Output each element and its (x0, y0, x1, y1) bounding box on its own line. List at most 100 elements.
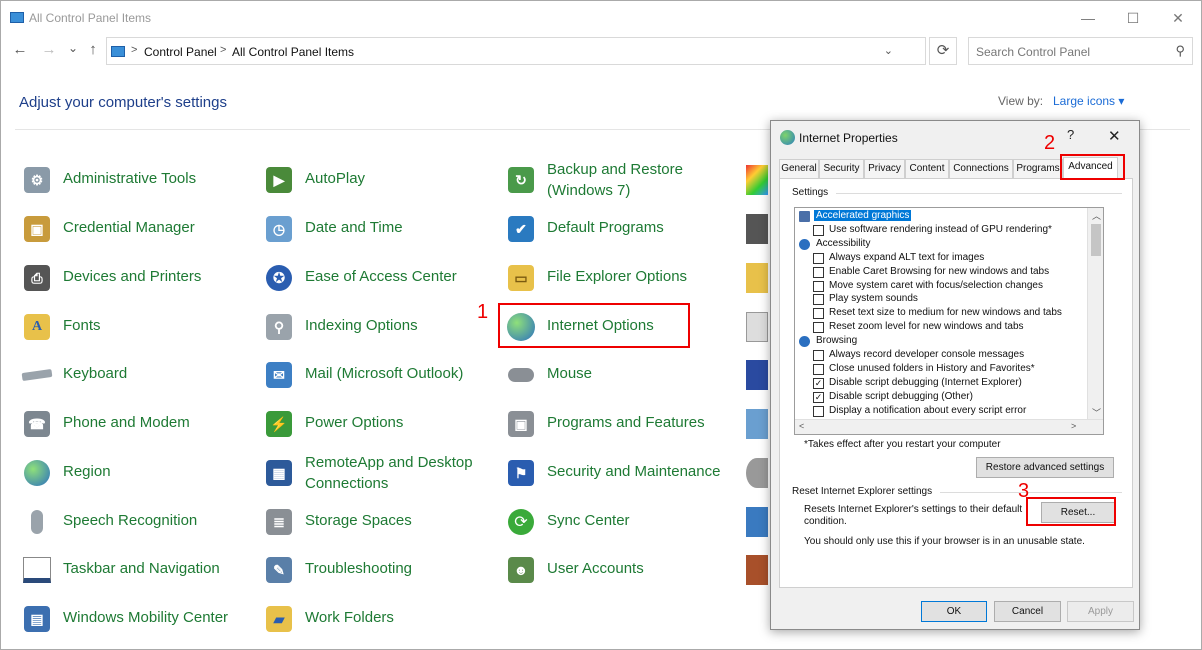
checkbox-label: Play system sounds (829, 293, 918, 305)
cancel-button[interactable]: Cancel (994, 601, 1061, 622)
tab-general[interactable]: General (779, 159, 819, 178)
checkbox[interactable] (813, 308, 824, 320)
vertical-scrollbar[interactable]: ︿ ﹀ (1087, 208, 1103, 420)
item-phone-and-modem[interactable]: ☎ Phone and Modem (21, 404, 241, 444)
close-button[interactable]: ✕ (1166, 7, 1190, 29)
internet-icon (780, 130, 795, 145)
item-work-folders[interactable]: ▰ Work Folders (263, 599, 483, 639)
item-label: RemoteApp and Desktop Connections (305, 454, 473, 492)
breadcrumb-all-items[interactable]: All Control Panel Items (232, 45, 354, 59)
item-storage-spaces[interactable]: ≣ Storage Spaces (263, 502, 483, 542)
tab-connections[interactable]: Connections (949, 159, 1013, 178)
item-programs-and-features[interactable]: ▣ Programs and Features (505, 404, 725, 444)
item-label: Taskbar and Navigation (63, 560, 220, 577)
apply-button[interactable]: Apply (1067, 601, 1134, 622)
partial-item-icon (746, 263, 768, 293)
scroll-up-icon[interactable]: ︿ (1092, 209, 1101, 222)
checkbox-label: Disable script debugging (Internet Explo… (829, 376, 1022, 388)
checkbox[interactable] (813, 294, 824, 306)
checkbox[interactable] (813, 280, 824, 292)
item-credential-manager[interactable]: ▣ Credential Manager (21, 209, 241, 249)
item-windows-mobility-center[interactable]: ▤ Windows Mobility Center (21, 599, 241, 639)
item-power-options[interactable]: ⚡ Power Options (263, 404, 483, 444)
item-backup-and-restore[interactable]: ↻ Backup and Restore (Windows 7) (505, 160, 725, 200)
back-button[interactable]: ← (11, 41, 29, 58)
checkbox-checked[interactable]: ✓ (813, 391, 824, 403)
item-keyboard[interactable]: Keyboard (21, 355, 241, 395)
item-troubleshooting[interactable]: ✎ Troubleshooting (263, 550, 483, 590)
help-button[interactable]: ? (1067, 127, 1074, 142)
chevron-down-icon[interactable]: ⌄ (884, 44, 893, 57)
item-indexing-options[interactable]: ⚲ Indexing Options (263, 307, 483, 347)
item-security-and-maintenance[interactable]: ⚑ Security and Maintenance (505, 453, 735, 493)
advanced-settings-list[interactable]: Accelerated graphics Use software renderi… (794, 207, 1104, 435)
item-user-accounts[interactable]: ☻ User Accounts (505, 550, 725, 590)
tab-privacy[interactable]: Privacy (864, 159, 905, 178)
scroll-right-icon[interactable]: > (1071, 421, 1076, 431)
item-mouse[interactable]: Mouse (505, 355, 725, 395)
navigation-bar: ← → ⌄ ↑ > Control Panel > All Control Pa… (1, 37, 1201, 67)
checkbox-label: Use software rendering instead of GPU re… (829, 223, 1052, 235)
item-administrative-tools[interactable]: ⚙ Administrative Tools (21, 160, 241, 200)
address-bar[interactable]: > Control Panel > All Control Panel Item… (106, 37, 926, 65)
checkbox[interactable] (813, 350, 824, 361)
category-label: Browsing (816, 335, 858, 347)
item-date-and-time[interactable]: ◷ Date and Time (263, 209, 483, 249)
tab-security[interactable]: Security (819, 159, 864, 178)
scroll-down-icon[interactable]: ﹀ (1092, 406, 1101, 419)
item-fonts[interactable]: A Fonts (21, 307, 241, 347)
checkbox-label: Move system caret with focus/selection c… (829, 279, 1043, 291)
ok-button[interactable]: OK (921, 601, 987, 622)
scroll-left-icon[interactable]: < (799, 421, 804, 431)
checkbox[interactable] (813, 363, 824, 375)
item-label: Region (63, 463, 111, 480)
item-label: Power Options (305, 414, 404, 431)
checkbox[interactable] (813, 405, 824, 417)
item-mail-microsoft-outlook[interactable]: ✉ Mail (Microsoft Outlook) (263, 355, 493, 395)
recent-locations-button[interactable]: ⌄ (64, 41, 82, 55)
maximize-button[interactable]: ☐ (1121, 7, 1145, 29)
horizontal-scrollbar[interactable]: < > (795, 419, 1103, 434)
item-devices-and-printers[interactable]: ⎙ Devices and Printers (21, 258, 241, 298)
checkbox-checked[interactable]: ✓ (813, 377, 824, 389)
item-sync-center[interactable]: ⟳ Sync Center (505, 502, 725, 542)
checkbox[interactable] (813, 224, 824, 236)
item-default-programs[interactable]: ✔ Default Programs (505, 209, 725, 249)
item-label: AutoPlay (305, 170, 366, 187)
checkbox-label: Display a notification about every scrip… (829, 404, 1027, 416)
partial-item-icon (746, 312, 768, 342)
checkbox[interactable] (813, 266, 824, 278)
search-input[interactable]: Search Control Panel ⚲ (968, 37, 1193, 65)
view-by-dropdown[interactable]: Large icons ▾ (1053, 94, 1124, 108)
partial-item-icon (746, 458, 768, 488)
scroll-thumb[interactable] (1091, 224, 1101, 256)
breadcrumb-control-panel[interactable]: Control Panel (144, 45, 217, 59)
item-label: Default Programs (547, 219, 664, 236)
item-ease-of-access-center[interactable]: ✪ Ease of Access Center (263, 258, 483, 298)
dialog-close-button[interactable]: ✕ (1108, 127, 1121, 145)
item-region[interactable]: Region (21, 453, 241, 493)
item-label: Devices and Printers (63, 268, 202, 285)
checkbox[interactable] (813, 252, 824, 264)
item-label: Backup and Restore (Windows 7) (547, 161, 683, 199)
reset-group-label: Reset Internet Explorer settings (792, 486, 933, 497)
up-button[interactable]: ↑ (84, 41, 102, 58)
item-file-explorer-options[interactable]: ▭ File Explorer Options (505, 258, 725, 298)
forward-button[interactable]: → (40, 41, 58, 58)
item-autoplay[interactable]: ▶ AutoPlay (263, 160, 483, 200)
minimize-button[interactable]: — (1076, 7, 1100, 29)
refresh-button[interactable]: ⟳ (929, 37, 957, 65)
taskbar-icon (21, 554, 53, 586)
checkbox[interactable] (813, 322, 824, 334)
tab-content[interactable]: Content (905, 159, 949, 178)
tab-programs[interactable]: Programs (1013, 159, 1063, 178)
item-remoteapp-and-desktop-connections[interactable]: ▦ RemoteApp and Desktop Connections (263, 453, 493, 493)
item-label: Credential Manager (63, 219, 195, 236)
flag-icon: ⚑ (505, 457, 537, 489)
item-taskbar-and-navigation[interactable]: Taskbar and Navigation (21, 550, 241, 590)
restore-advanced-settings-button[interactable]: Restore advanced settings (976, 457, 1114, 478)
step-2-marker: 2 (1044, 132, 1056, 154)
item-speech-recognition[interactable]: Speech Recognition (21, 502, 241, 542)
item-label: Storage Spaces (305, 512, 412, 529)
autoplay-icon: ▶ (263, 164, 295, 196)
